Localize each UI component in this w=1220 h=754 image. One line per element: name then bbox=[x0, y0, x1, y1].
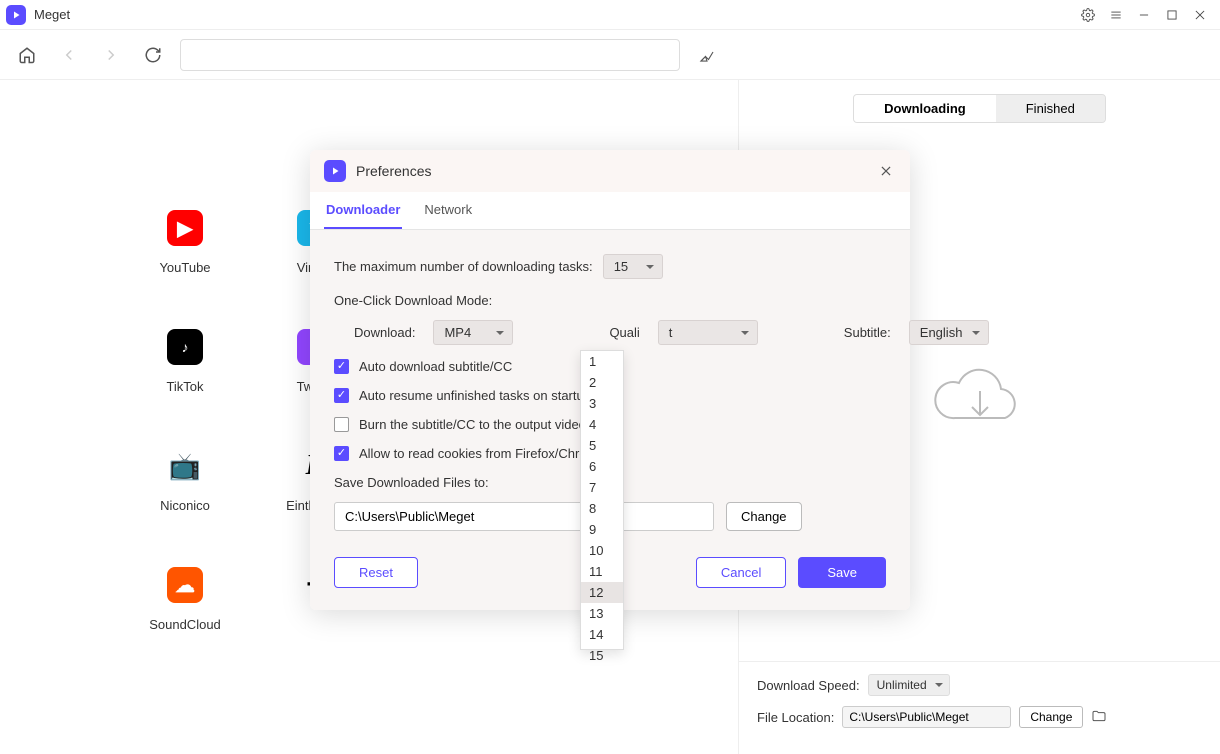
maximize-icon[interactable] bbox=[1158, 1, 1186, 29]
app-logo-icon bbox=[6, 5, 26, 25]
dropdown-option[interactable]: 15 bbox=[581, 645, 623, 666]
mode-label: One-Click Download Mode: bbox=[334, 293, 886, 308]
dialog-header: Preferences bbox=[310, 150, 910, 192]
location-label: File Location: bbox=[757, 710, 834, 725]
location-input[interactable] bbox=[842, 706, 1011, 728]
dropdown-option[interactable]: 3 bbox=[581, 393, 623, 414]
checkbox-icon[interactable] bbox=[334, 359, 349, 374]
save-path-change-button[interactable]: Change bbox=[726, 502, 802, 531]
cancel-button[interactable]: Cancel bbox=[696, 557, 786, 588]
dropdown-option[interactable]: 2 bbox=[581, 372, 623, 393]
segmented-control: Downloading Finished bbox=[853, 94, 1106, 123]
url-input[interactable] bbox=[180, 39, 680, 71]
open-folder-icon[interactable] bbox=[1091, 708, 1107, 727]
toolbar bbox=[0, 30, 1220, 80]
dropdown-option[interactable]: 4 bbox=[581, 414, 623, 435]
checkbox-label: Auto download subtitle/CC bbox=[359, 359, 512, 374]
settings-icon[interactable] bbox=[1074, 1, 1102, 29]
titlebar: Meget bbox=[0, 0, 1220, 30]
speed-label: Download Speed: bbox=[757, 678, 860, 693]
tab-downloader[interactable]: Downloader bbox=[324, 192, 402, 229]
speed-select[interactable]: Unlimited bbox=[868, 674, 950, 696]
dialog-tabs: Downloader Network bbox=[310, 192, 910, 230]
app-title: Meget bbox=[34, 7, 70, 22]
site-tiktok[interactable]: ♪ TikTok bbox=[120, 329, 250, 394]
clear-icon[interactable] bbox=[692, 40, 722, 70]
dropdown-option[interactable]: 7 bbox=[581, 477, 623, 498]
max-tasks-label: The maximum number of downloading tasks: bbox=[334, 259, 593, 274]
dropdown-option[interactable]: 10 bbox=[581, 540, 623, 561]
tab-network[interactable]: Network bbox=[422, 192, 474, 229]
save-path-input[interactable] bbox=[334, 502, 714, 531]
checkbox-label: Allow to read cookies from Firefox/Chrom… bbox=[359, 446, 605, 461]
dropdown-option[interactable]: 8 bbox=[581, 498, 623, 519]
site-youtube[interactable]: ▶ YouTube bbox=[120, 210, 250, 275]
menu-icon[interactable] bbox=[1102, 1, 1130, 29]
checkbox-icon[interactable] bbox=[334, 388, 349, 403]
dropdown-option[interactable]: 9 bbox=[581, 519, 623, 540]
download-format-select[interactable]: MP4 bbox=[433, 320, 513, 345]
tab-finished[interactable]: Finished bbox=[996, 95, 1105, 122]
reset-button[interactable]: Reset bbox=[334, 557, 418, 588]
segmented-wrap: Downloading Finished bbox=[739, 80, 1220, 137]
dropdown-option[interactable]: 5 bbox=[581, 435, 623, 456]
checkbox-icon[interactable] bbox=[334, 417, 349, 432]
cloud-download-icon bbox=[930, 358, 1030, 441]
preferences-dialog: Preferences Downloader Network The maxim… bbox=[310, 150, 910, 610]
tab-downloading[interactable]: Downloading bbox=[854, 95, 996, 122]
dialog-title: Preferences bbox=[356, 163, 431, 179]
back-icon[interactable] bbox=[54, 40, 84, 70]
dropdown-option[interactable]: 6 bbox=[581, 456, 623, 477]
niconico-icon: 📺 bbox=[167, 448, 203, 484]
subtitle-label: Subtitle: bbox=[844, 325, 891, 340]
site-niconico[interactable]: 📺 Niconico bbox=[120, 448, 250, 513]
checkbox-icon[interactable] bbox=[334, 446, 349, 461]
checkbox-label: Auto resume unfinished tasks on startup bbox=[359, 388, 591, 403]
checkbox-label: Burn the subtitle/CC to the output video bbox=[359, 417, 586, 432]
youtube-icon: ▶ bbox=[167, 210, 203, 246]
dialog-close-icon[interactable] bbox=[876, 161, 896, 181]
dialog-logo-icon bbox=[324, 160, 346, 182]
tiktok-icon: ♪ bbox=[167, 329, 203, 365]
dropdown-option[interactable]: 11 bbox=[581, 561, 623, 582]
site-soundcloud[interactable]: ☁ SoundCloud bbox=[120, 567, 250, 632]
max-tasks-dropdown[interactable]: 123456789101112131415 bbox=[580, 350, 624, 650]
forward-icon[interactable] bbox=[96, 40, 126, 70]
dropdown-option[interactable]: 1 bbox=[581, 351, 623, 372]
max-tasks-select[interactable]: 15 bbox=[603, 254, 663, 279]
site-label: YouTube bbox=[159, 260, 210, 275]
soundcloud-icon: ☁ bbox=[167, 567, 203, 603]
dialog-body: The maximum number of downloading tasks:… bbox=[310, 230, 910, 610]
close-icon[interactable] bbox=[1186, 1, 1214, 29]
dropdown-option[interactable]: 12 bbox=[581, 582, 623, 603]
site-label: Niconico bbox=[160, 498, 210, 513]
download-format-label: Download: bbox=[354, 325, 415, 340]
dropdown-option[interactable]: 13 bbox=[581, 603, 623, 624]
quality-label: Quali bbox=[609, 325, 639, 340]
subtitle-select[interactable]: English bbox=[909, 320, 989, 345]
save-button[interactable]: Save bbox=[798, 557, 886, 588]
home-icon[interactable] bbox=[12, 40, 42, 70]
quality-select[interactable]: t bbox=[658, 320, 758, 345]
minimize-icon[interactable] bbox=[1130, 1, 1158, 29]
reload-icon[interactable] bbox=[138, 40, 168, 70]
location-change-button[interactable]: Change bbox=[1019, 706, 1083, 728]
right-footer: Download Speed: Unlimited File Location:… bbox=[739, 661, 1220, 754]
dropdown-option[interactable]: 14 bbox=[581, 624, 623, 645]
site-label: SoundCloud bbox=[149, 617, 221, 632]
site-label: TikTok bbox=[166, 379, 203, 394]
